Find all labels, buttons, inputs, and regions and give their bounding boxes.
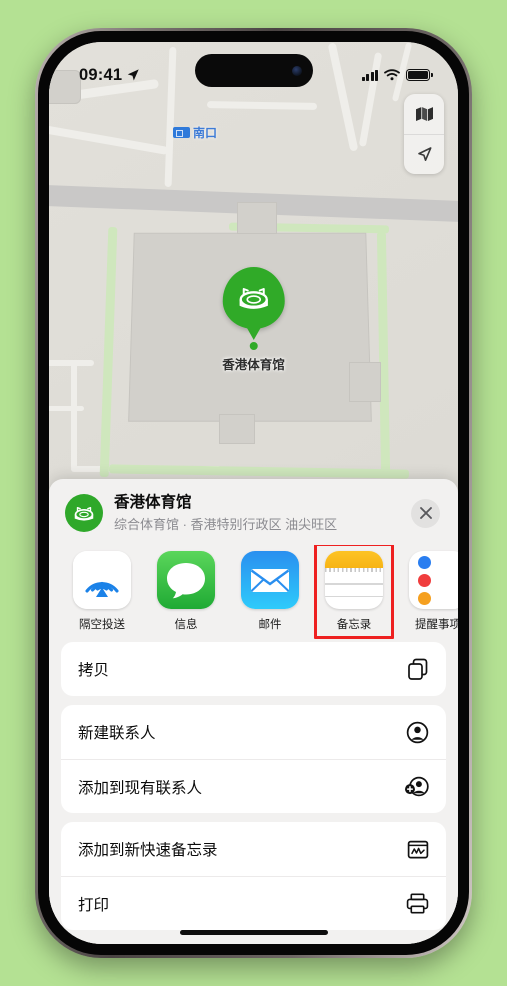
action-label: 添加到现有联系人 (78, 779, 203, 797)
map-greenway (108, 464, 410, 479)
phone-frame: 南口 香港体育馆 09:41 香港体育馆 综合体育馆 · 香港特别行政区 油尖旺… (35, 28, 472, 958)
mail-icon (241, 551, 299, 610)
share-sheet-text: 香港体育馆 综合体育馆 · 香港特别行政区 油尖旺区 (114, 493, 400, 533)
status-time-group: 09:41 (79, 66, 140, 85)
action-label: 打印 (78, 896, 110, 914)
battery-icon (406, 69, 433, 81)
close-icon (419, 507, 432, 520)
share-sheet: 香港体育馆 综合体育馆 · 香港特别行政区 油尖旺区 隔空投送 信息 邮件 备忘… (49, 479, 458, 944)
map-type-button[interactable] (404, 94, 444, 134)
wifi-icon (384, 69, 400, 81)
status-time-text: 09:41 (79, 65, 123, 84)
map-building (237, 202, 277, 234)
share-app-mail[interactable]: 邮件 (239, 551, 301, 632)
status-indicators (361, 69, 433, 81)
stadium-icon (239, 288, 268, 309)
action-row-print[interactable]: 打印 (61, 876, 446, 930)
home-indicator (179, 930, 328, 935)
action-group-notes-print: 添加到新快速备忘录 打印 (61, 822, 446, 931)
map-road (49, 406, 84, 411)
cellular-signal-icon (361, 69, 378, 81)
share-action-list: 拷贝 新建联系人 添加到现有联系人 添加到新快速备忘录 打印 (49, 642, 458, 931)
close-button[interactable] (411, 498, 440, 528)
navigation-arrow-icon (417, 147, 431, 162)
map-road (49, 121, 169, 155)
share-sheet-title: 香港体育馆 (114, 494, 192, 511)
stadium-icon (74, 506, 94, 521)
share-app-label: 邮件 (258, 619, 282, 632)
map-road (71, 360, 77, 470)
action-row-quick-note[interactable]: 添加到新快速备忘录 (61, 822, 446, 876)
entrance-badge-icon (173, 127, 190, 138)
map-building (219, 414, 255, 444)
map-label-south-entrance: 南口 (173, 124, 217, 141)
map-pin[interactable] (222, 267, 285, 329)
action-group-copy: 拷贝 (61, 642, 446, 697)
map-label-text: 南口 (193, 126, 218, 140)
share-app-row[interactable]: 隔空投送 信息 邮件 备忘录 提醒事项 (49, 545, 458, 642)
share-app-label: 提醒事项 (415, 619, 458, 632)
place-icon (65, 494, 103, 533)
action-label: 新建联系人 (78, 725, 156, 743)
quick-note-icon (403, 839, 429, 860)
messages-icon (157, 551, 215, 610)
share-app-airdrop[interactable]: 隔空投送 (71, 551, 133, 632)
add-to-contact-icon (403, 775, 429, 798)
share-sheet-subtitle: 综合体育馆 · 香港特别行政区 油尖旺区 (114, 517, 338, 533)
dynamic-island (194, 54, 313, 87)
map-greenway (376, 231, 391, 473)
new-contact-icon (403, 721, 429, 744)
notes-icon (325, 551, 383, 610)
action-group-contacts: 新建联系人 添加到现有联系人 (61, 705, 446, 814)
share-app-label: 信息 (174, 619, 198, 632)
copy-icon (403, 658, 429, 681)
map-building (349, 362, 381, 402)
map-greenway (99, 226, 118, 478)
share-sheet-header: 香港体育馆 综合体育馆 · 香港特别行政区 油尖旺区 (49, 479, 458, 545)
action-row-new-contact[interactable]: 新建联系人 (61, 705, 446, 759)
action-row-copy[interactable]: 拷贝 (61, 642, 446, 696)
printer-icon (403, 893, 429, 914)
reminders-icon (409, 551, 458, 610)
map-pin-group[interactable]: 香港体育馆 (222, 267, 285, 373)
share-app-messages[interactable]: 信息 (155, 551, 217, 632)
airdrop-icon (73, 551, 131, 610)
map-pin-anchor-dot (249, 342, 258, 350)
action-label: 添加到新快速备忘录 (78, 842, 218, 860)
action-label: 拷贝 (78, 662, 110, 680)
locate-me-button[interactable] (404, 134, 444, 174)
share-app-notes[interactable]: 备忘录 (314, 545, 394, 640)
share-app-label: 备忘录 (336, 619, 372, 632)
front-camera-icon (291, 65, 302, 76)
share-app-label: 隔空投送 (79, 619, 125, 632)
location-arrow-icon (127, 69, 139, 81)
phone-bezel: 南口 香港体育馆 09:41 香港体育馆 综合体育馆 · 香港特别行政区 油尖旺… (38, 31, 469, 955)
map-road (206, 101, 318, 110)
folded-map-icon (415, 107, 433, 121)
phone-screen: 南口 香港体育馆 09:41 香港体育馆 综合体育馆 · 香港特别行政区 油尖旺… (49, 42, 458, 944)
map-pin-label: 香港体育馆 (222, 358, 285, 372)
share-app-reminders[interactable]: 提醒事项 (407, 551, 458, 632)
map-controls[interactable] (404, 94, 444, 174)
action-row-add-existing-contact[interactable]: 添加到现有联系人 (61, 759, 446, 813)
